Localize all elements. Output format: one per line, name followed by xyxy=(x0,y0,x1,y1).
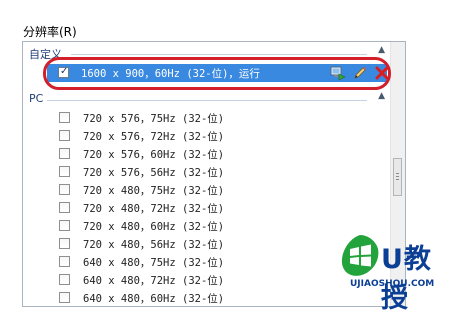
group-header-custom[interactable]: 自定义 ▲ xyxy=(23,45,389,61)
watermark-logo: U教授 UJIAOSHOU.COM xyxy=(338,233,453,314)
mode-checkbox[interactable] xyxy=(59,292,70,303)
scrollbar-grip xyxy=(396,176,399,177)
mode-row[interactable]: 720 x 576，60Hz (32-位) xyxy=(23,145,389,163)
mode-row[interactable]: 720 x 480，56Hz (32-位) xyxy=(23,235,389,253)
mode-label: 720 x 480，56Hz (32-位) xyxy=(83,239,225,251)
mode-label: 640 x 480，75Hz (32-位) xyxy=(83,257,225,269)
scrollbar-thumb[interactable] xyxy=(393,158,402,196)
mode-row[interactable]: 720 x 576，75Hz (32-位) xyxy=(23,109,389,127)
mode-checkbox[interactable] xyxy=(59,274,70,285)
scrollbar-grip xyxy=(396,179,399,180)
mode-label: 720 x 576，75Hz (32-位) xyxy=(83,113,225,125)
group-divider xyxy=(71,54,367,55)
mode-checkbox[interactable] xyxy=(59,166,70,177)
chevron-up-icon[interactable]: ▲ xyxy=(378,91,385,101)
mode-label: 640 x 480，60Hz (32-位) xyxy=(83,293,225,305)
apply-display-icon[interactable] xyxy=(330,65,346,81)
mode-label: 720 x 576，60Hz (32-位) xyxy=(83,149,225,161)
scrollbar-grip xyxy=(396,173,399,174)
mode-row[interactable]: 720 x 480，60Hz (32-位) xyxy=(23,217,389,235)
mode-row[interactable]: 720 x 576，72Hz (32-位) xyxy=(23,127,389,145)
mode-checkbox[interactable] xyxy=(59,130,70,141)
group-label-custom: 自定义 xyxy=(29,48,62,61)
mode-checkbox[interactable] xyxy=(59,112,70,123)
mode-row[interactable]: 640 x 480，72Hz (32-位) xyxy=(23,271,389,289)
mode-row[interactable]: 720 x 576，56Hz (32-位) xyxy=(23,163,389,181)
pencil-icon[interactable] xyxy=(352,65,368,81)
mode-label: 720 x 576，56Hz (32-位) xyxy=(83,167,225,179)
mode-label: 720 x 480，75Hz (32-位) xyxy=(83,185,225,197)
mode-label: 640 x 480，72Hz (32-位) xyxy=(83,275,225,287)
windows-logo-icon xyxy=(341,235,379,276)
group-label-pc: PC xyxy=(29,92,44,105)
mode-checkbox[interactable] xyxy=(59,220,70,231)
mode-row[interactable]: 640 x 480，75Hz (32-位) xyxy=(23,253,389,271)
mode-label: 720 x 576，72Hz (32-位) xyxy=(83,131,225,143)
close-x-icon[interactable] xyxy=(374,65,390,81)
group-divider xyxy=(47,100,367,101)
chevron-up-icon[interactable]: ▲ xyxy=(378,45,385,55)
mode-row[interactable]: 640 x 480，60Hz (32-位) xyxy=(23,289,389,306)
group-header-pc[interactable]: PC ▲ xyxy=(23,91,389,106)
mode-row[interactable]: 720 x 480，75Hz (32-位) xyxy=(23,181,389,199)
mode-checkbox[interactable] xyxy=(59,238,70,249)
mode-row[interactable]: 720 x 480，72Hz (32-位) xyxy=(23,199,389,217)
selected-mode-row[interactable]: ✓ 1600 x 900，60Hz (32-位)，运行 xyxy=(47,64,390,82)
mode-label: 720 x 480，72Hz (32-位) xyxy=(83,203,225,215)
mode-checkbox[interactable] xyxy=(59,184,70,195)
watermark-brand: U教授 xyxy=(381,244,432,314)
mode-checkbox[interactable] xyxy=(59,256,70,267)
mode-checkbox[interactable] xyxy=(59,202,70,213)
watermark-url: UJIAOSHOU.COM xyxy=(350,279,435,289)
resolution-label: 分辨率(R) xyxy=(23,25,77,39)
checkmark-icon: ✓ xyxy=(60,66,69,77)
mode-checkbox[interactable] xyxy=(59,148,70,159)
selected-mode-label: 1600 x 900，60Hz (32-位)，运行 xyxy=(81,68,260,80)
mode-label: 720 x 480，60Hz (32-位) xyxy=(83,221,225,233)
mode-checkbox-selected[interactable]: ✓ xyxy=(58,66,69,78)
